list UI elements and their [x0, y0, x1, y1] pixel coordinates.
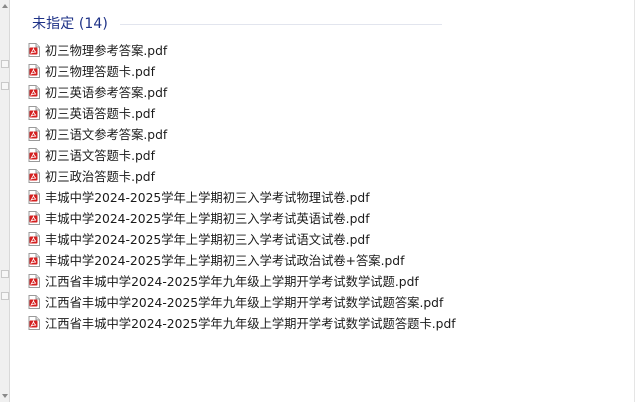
file-name: 初三政治答题卡.pdf — [45, 169, 155, 184]
pdf-icon — [28, 231, 40, 246]
group-divider — [120, 24, 442, 25]
file-name: 丰城中学2024-2025学年上学期初三入学考试语文试卷.pdf — [45, 232, 370, 247]
file-list: 初三物理参考答案.pdf 初三物理答题卡.pdf 初三英语参考答案.pdf 初三… — [28, 39, 456, 333]
file-item[interactable]: 江西省丰城中学2024-2025学年九年级上学期开学考试数学试题答题卡.pdf — [28, 312, 456, 333]
pdf-icon — [28, 168, 40, 183]
splitter-grip-icon — [1, 292, 9, 300]
file-item[interactable]: 丰城中学2024-2025学年上学期初三入学考试语文试卷.pdf — [28, 228, 456, 249]
file-name: 初三物理参考答案.pdf — [45, 43, 168, 58]
file-name: 初三语文答题卡.pdf — [45, 148, 155, 163]
pdf-icon — [28, 294, 40, 309]
file-item[interactable]: 初三政治答题卡.pdf — [28, 165, 456, 186]
scroll-down-arrow-icon[interactable] — [2, 394, 8, 398]
pdf-icon — [28, 189, 40, 204]
file-item[interactable]: 初三英语参考答案.pdf — [28, 81, 456, 102]
pdf-icon — [28, 84, 40, 99]
file-item[interactable]: 初三物理答题卡.pdf — [28, 60, 456, 81]
pdf-icon — [28, 126, 40, 141]
splitter-grip-icon — [1, 82, 9, 90]
file-item[interactable]: 初三物理参考答案.pdf — [28, 39, 456, 60]
file-name: 丰城中学2024-2025学年上学期初三入学考试物理试卷.pdf — [45, 190, 370, 205]
file-name: 江西省丰城中学2024-2025学年九年级上学期开学考试数学试题答题卡.pdf — [45, 316, 456, 331]
pdf-icon — [28, 252, 40, 267]
file-item[interactable]: 丰城中学2024-2025学年上学期初三入学考试物理试卷.pdf — [28, 186, 456, 207]
splitter-grip-icon — [1, 60, 9, 68]
group-title: 未指定 (14) — [32, 16, 108, 32]
pdf-icon — [28, 273, 40, 288]
file-name: 江西省丰城中学2024-2025学年九年级上学期开学考试数学试题.pdf — [45, 274, 419, 289]
file-name: 初三语文参考答案.pdf — [45, 127, 168, 142]
pdf-icon — [28, 105, 40, 120]
splitter-grip-icon — [1, 270, 9, 278]
pdf-icon — [28, 147, 40, 162]
file-item[interactable]: 丰城中学2024-2025学年上学期初三入学考试政治试卷+答案.pdf — [28, 249, 456, 270]
file-name: 初三英语答题卡.pdf — [45, 106, 155, 121]
file-name: 丰城中学2024-2025学年上学期初三入学考试英语试卷.pdf — [45, 211, 370, 226]
pdf-icon — [28, 42, 40, 57]
pdf-icon — [28, 315, 40, 330]
file-name: 初三物理答题卡.pdf — [45, 64, 155, 79]
file-name: 丰城中学2024-2025学年上学期初三入学考试政治试卷+答案.pdf — [45, 253, 405, 268]
file-item[interactable]: 江西省丰城中学2024-2025学年九年级上学期开学考试数学试题.pdf — [28, 270, 456, 291]
file-item[interactable]: 丰城中学2024-2025学年上学期初三入学考试英语试卷.pdf — [28, 207, 456, 228]
pdf-icon — [28, 63, 40, 78]
file-item[interactable]: 江西省丰城中学2024-2025学年九年级上学期开学考试数学试题答案.pdf — [28, 291, 456, 312]
file-item[interactable]: 初三语文答题卡.pdf — [28, 144, 456, 165]
file-name: 江西省丰城中学2024-2025学年九年级上学期开学考试数学试题答案.pdf — [45, 295, 444, 310]
file-item[interactable]: 初三英语答题卡.pdf — [28, 102, 456, 123]
pdf-icon — [28, 210, 40, 225]
file-item[interactable]: 初三语文参考答案.pdf — [28, 123, 456, 144]
scroll-up-arrow-icon[interactable] — [2, 4, 8, 8]
navigation-pane-edge[interactable] — [0, 0, 10, 402]
file-name: 初三英语参考答案.pdf — [45, 85, 168, 100]
group-header[interactable]: 未指定 (14) — [32, 13, 108, 33]
